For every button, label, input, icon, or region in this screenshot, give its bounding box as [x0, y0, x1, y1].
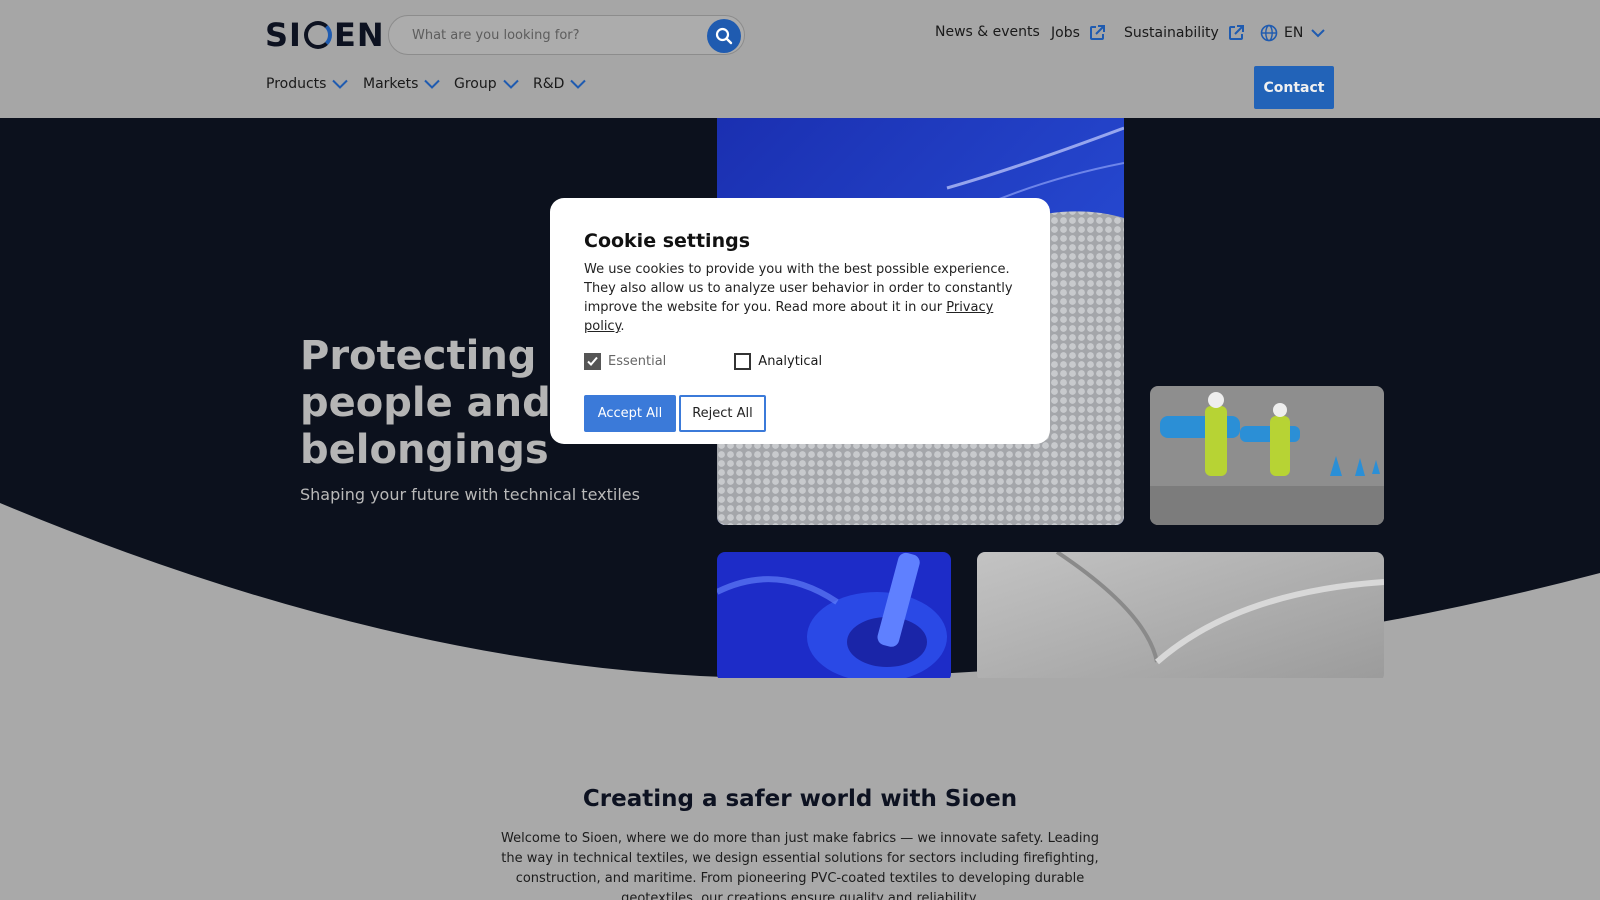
- checkbox-checked-icon: [584, 353, 601, 370]
- contact-button[interactable]: Contact: [1254, 66, 1334, 109]
- hero-image-fabric: [977, 552, 1384, 678]
- analytical-checkbox[interactable]: Analytical: [734, 353, 822, 370]
- jobs-label: Jobs: [1051, 25, 1080, 41]
- hero-image-blue-liquid: [717, 552, 951, 678]
- search-icon: [715, 27, 733, 45]
- sustainability-label: Sustainability: [1124, 25, 1219, 41]
- globe-icon: [1260, 24, 1278, 42]
- intro-text: Welcome to Sioen, where we do more than …: [501, 831, 1099, 900]
- nav-group-label: Group: [454, 76, 497, 92]
- hero-subtitle: Shaping your future with technical texti…: [300, 485, 640, 504]
- nav-group[interactable]: Group: [454, 76, 519, 92]
- external-link-icon: [1089, 25, 1105, 40]
- sustainability-link[interactable]: Sustainability: [1124, 24, 1245, 42]
- chevron-down-icon: [570, 79, 587, 89]
- checkbox-unchecked-icon: [734, 353, 752, 370]
- nav-markets[interactable]: Markets: [363, 76, 441, 92]
- cookie-options: Essential Analytical: [584, 353, 1016, 370]
- sioen-logo[interactable]: SI EN: [265, 16, 385, 54]
- nav-products[interactable]: Products: [266, 76, 349, 92]
- cookie-modal-title: Cookie settings: [584, 230, 751, 252]
- hero-image-workers: [1150, 386, 1384, 525]
- chevron-down-icon: [424, 79, 441, 89]
- nav-rd[interactable]: R&D: [533, 76, 587, 92]
- chevron-down-icon: [502, 79, 519, 89]
- cookie-modal-text: We use cookies to provide you with the b…: [584, 262, 1013, 334]
- chevron-down-icon: [1311, 29, 1326, 38]
- nav-rd-label: R&D: [533, 76, 565, 92]
- external-link-icon: [1228, 25, 1244, 40]
- site-header: SIEN News & events Jobs Sustainability E…: [0, 0, 1600, 118]
- reject-all-button[interactable]: Reject All: [679, 395, 766, 432]
- intro-title: Creating a safer world with Sioen: [582, 786, 1018, 812]
- analytical-label: Analytical: [758, 354, 823, 369]
- cookie-modal-actions: Accept All Reject All: [584, 395, 1016, 432]
- accept-all-button[interactable]: Accept All: [584, 395, 676, 432]
- news-events-label: News & events: [935, 24, 1040, 40]
- nav-markets-label: Markets: [363, 76, 419, 92]
- chevron-down-icon: [332, 79, 349, 89]
- jobs-link[interactable]: Jobs: [1051, 24, 1106, 42]
- search-bar: [388, 15, 745, 55]
- search-input[interactable]: [412, 27, 702, 43]
- language-label: EN: [1284, 25, 1304, 41]
- language-selector[interactable]: EN: [1260, 24, 1326, 42]
- logo-o-icon: [303, 21, 332, 49]
- essential-label: Essential: [608, 354, 667, 369]
- cookie-settings-modal: Cookie settings We use cookies to provid…: [550, 198, 1050, 444]
- news-events-link[interactable]: News & events: [935, 24, 1040, 40]
- essential-checkbox[interactable]: Essential: [584, 353, 666, 370]
- nav-products-label: Products: [266, 76, 327, 92]
- search-button[interactable]: [707, 19, 741, 53]
